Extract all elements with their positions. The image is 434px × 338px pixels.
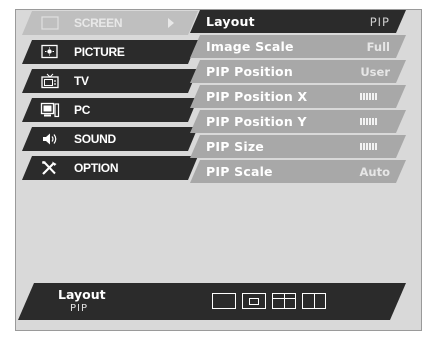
menu-label-screen: SCREEN: [74, 16, 123, 30]
menu-label-pc: PC: [74, 103, 91, 117]
level-bar-icon: [360, 118, 378, 125]
help-title: Layout: [58, 287, 106, 302]
menu-item-option[interactable]: OPTION: [22, 156, 200, 180]
menu-item-screen[interactable]: SCREEN: [22, 11, 200, 35]
full-layout-icon[interactable]: [212, 293, 236, 309]
tv-icon: [40, 73, 60, 89]
pc-icon: [40, 102, 60, 118]
help-bar: Layout PIP: [18, 283, 406, 320]
menu-label-sound: SOUND: [74, 132, 116, 146]
level-bar-icon: [360, 143, 378, 150]
help-value: PIP: [70, 303, 89, 314]
menu-item-picture[interactable]: PICTURE: [22, 40, 200, 64]
split-layout-icon[interactable]: [302, 293, 326, 309]
sound-icon: [40, 131, 60, 147]
main-menu: SCREEN PICTURE TV PC SOUND OPTION: [22, 11, 202, 185]
sub-item-value: Auto: [359, 165, 391, 179]
picture-icon: [40, 44, 60, 60]
menu-label-picture: PICTURE: [74, 45, 125, 59]
sub-item-value: PIP: [369, 15, 390, 29]
pip-layout-icon[interactable]: [242, 293, 266, 309]
sub-item-pip-scale[interactable]: PIP Scale Auto: [190, 160, 410, 183]
sub-item-value: Full: [366, 40, 390, 54]
sub-item-label: Layout: [206, 14, 255, 29]
sub-item-pip-position-x[interactable]: PIP Position X: [190, 85, 410, 108]
sub-menu: Layout PIP Image Scale Full PIP Position…: [190, 10, 410, 185]
sub-item-layout[interactable]: Layout PIP: [190, 10, 410, 33]
sub-item-label: Image Scale: [206, 39, 294, 54]
option-icon: [40, 160, 60, 176]
sub-item-label: PIP Size: [206, 139, 264, 154]
pop-layout-icon[interactable]: [272, 293, 296, 309]
menu-item-sound[interactable]: SOUND: [22, 127, 200, 151]
sub-item-label: PIP Position: [206, 64, 293, 79]
sub-item-pip-position-y[interactable]: PIP Position Y: [190, 110, 410, 133]
sub-item-image-scale[interactable]: Image Scale Full: [190, 35, 410, 58]
menu-label-tv: TV: [74, 74, 89, 88]
sub-item-label: PIP Position Y: [206, 114, 307, 129]
sub-item-pip-size[interactable]: PIP Size: [190, 135, 410, 158]
menu-label-option: OPTION: [74, 161, 119, 175]
sub-item-pip-position[interactable]: PIP Position User: [190, 60, 410, 83]
screen-icon: [40, 15, 60, 31]
chevron-right-icon: [168, 18, 174, 28]
sub-item-label: PIP Position X: [206, 89, 308, 104]
level-bar-icon: [360, 93, 378, 100]
menu-item-pc[interactable]: PC: [22, 98, 200, 122]
menu-item-tv[interactable]: TV: [22, 69, 200, 93]
sub-item-value: User: [360, 65, 390, 79]
sub-item-label: PIP Scale: [206, 164, 273, 179]
